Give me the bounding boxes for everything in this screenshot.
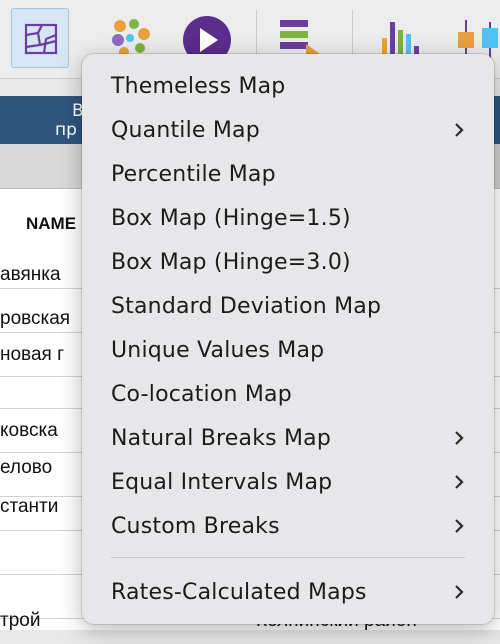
menu-separator (111, 557, 465, 558)
map-button[interactable] (11, 8, 69, 68)
menu-item-label: Custom Breaks (111, 514, 280, 539)
chevron-right-icon (455, 585, 464, 599)
table-cell: елово (0, 457, 53, 478)
menu-item-equal-intervals-map[interactable]: Equal Intervals Map (82, 463, 494, 503)
menu-item-label: Standard Deviation Map (111, 294, 382, 319)
menu-item-label: Natural Breaks Map (111, 426, 332, 451)
menu-item-rates-calculated-maps[interactable]: Rates-Calculated Maps (82, 573, 494, 613)
menu-item-percentile-map[interactable]: Percentile Map (82, 155, 494, 195)
menu-item-label: Themeless Map (111, 74, 286, 99)
table-cell: новая г (0, 344, 65, 365)
chevron-right-icon (455, 123, 464, 137)
menu-item-unique-values-map[interactable]: Unique Values Map (82, 331, 494, 371)
menu-item-label: Box Map (Hinge=1.5) (111, 206, 351, 231)
table-cell: ковска (0, 420, 58, 441)
map-icon (24, 23, 58, 55)
table-cell: авянка (0, 264, 61, 285)
menu-item-label: Box Map (Hinge=3.0) (111, 250, 351, 275)
menu-item-box-map-3-0[interactable]: Box Map (Hinge=3.0) (82, 243, 494, 283)
menu-item-label: Percentile Map (111, 162, 276, 187)
menu-item-label: Unique Values Map (111, 338, 325, 363)
menu-item-themeless-map[interactable]: Themeless Map (82, 67, 494, 107)
table-cell: трой (0, 610, 41, 631)
menu-item-co-location-map[interactable]: Co-location Map (82, 375, 494, 415)
chevron-right-icon (455, 431, 464, 445)
dialog-subtitle: пр (55, 120, 77, 140)
column-header-name[interactable]: NAME (26, 214, 76, 234)
menu-item-label: Quantile Map (111, 118, 260, 143)
menu-item-label: Co-location Map (111, 382, 292, 407)
chevron-right-icon (455, 519, 464, 533)
table-cell: ровская (0, 308, 71, 329)
menu-item-box-map-1-5[interactable]: Box Map (Hinge=1.5) (82, 199, 494, 239)
menu-item-label: Equal Intervals Map (111, 470, 333, 495)
menu-item-quantile-map[interactable]: Quantile Map (82, 111, 494, 151)
chevron-right-icon (455, 475, 464, 489)
menu-item-custom-breaks[interactable]: Custom Breaks (82, 507, 494, 547)
map-type-menu: Themeless Map Quantile Map Percentile Ma… (82, 54, 494, 624)
table-cell: станти (0, 496, 59, 517)
menu-item-standard-deviation-map[interactable]: Standard Deviation Map (82, 287, 494, 327)
menu-item-natural-breaks-map[interactable]: Natural Breaks Map (82, 419, 494, 459)
menu-item-label: Rates-Calculated Maps (111, 580, 367, 605)
